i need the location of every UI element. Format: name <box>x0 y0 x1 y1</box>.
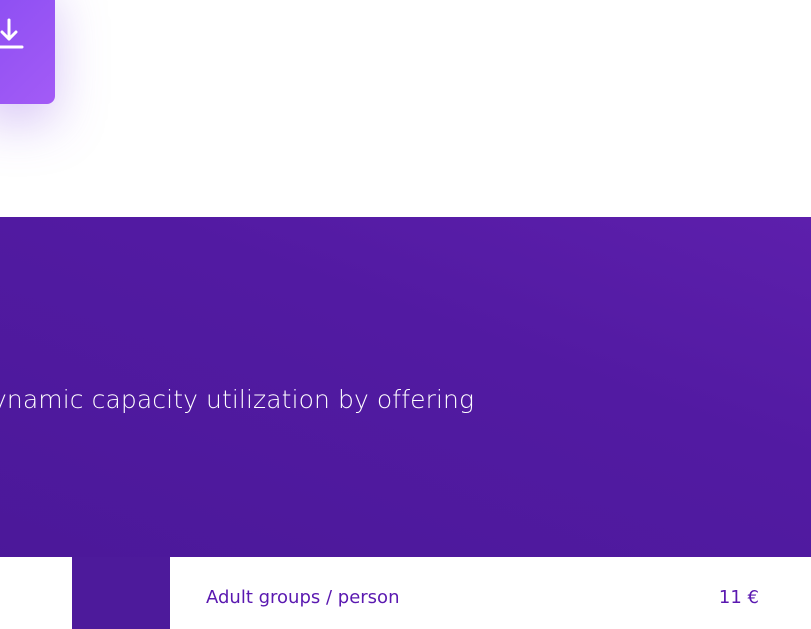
price-panel-accent <box>72 557 170 629</box>
hero-description: ynamic capacity utilization by offering <box>0 385 475 414</box>
page: ynamic capacity utilization by offering … <box>0 0 811 629</box>
download-button[interactable] <box>0 0 55 104</box>
price-row-label: Adult groups / person <box>206 587 400 608</box>
price-row: Adult groups / person 11 € <box>170 557 811 629</box>
price-panel: Adult groups / person 11 € <box>0 557 811 629</box>
price-row-value: 11 € <box>718 587 759 608</box>
download-icon <box>0 18 24 49</box>
price-panel-left <box>0 557 72 629</box>
